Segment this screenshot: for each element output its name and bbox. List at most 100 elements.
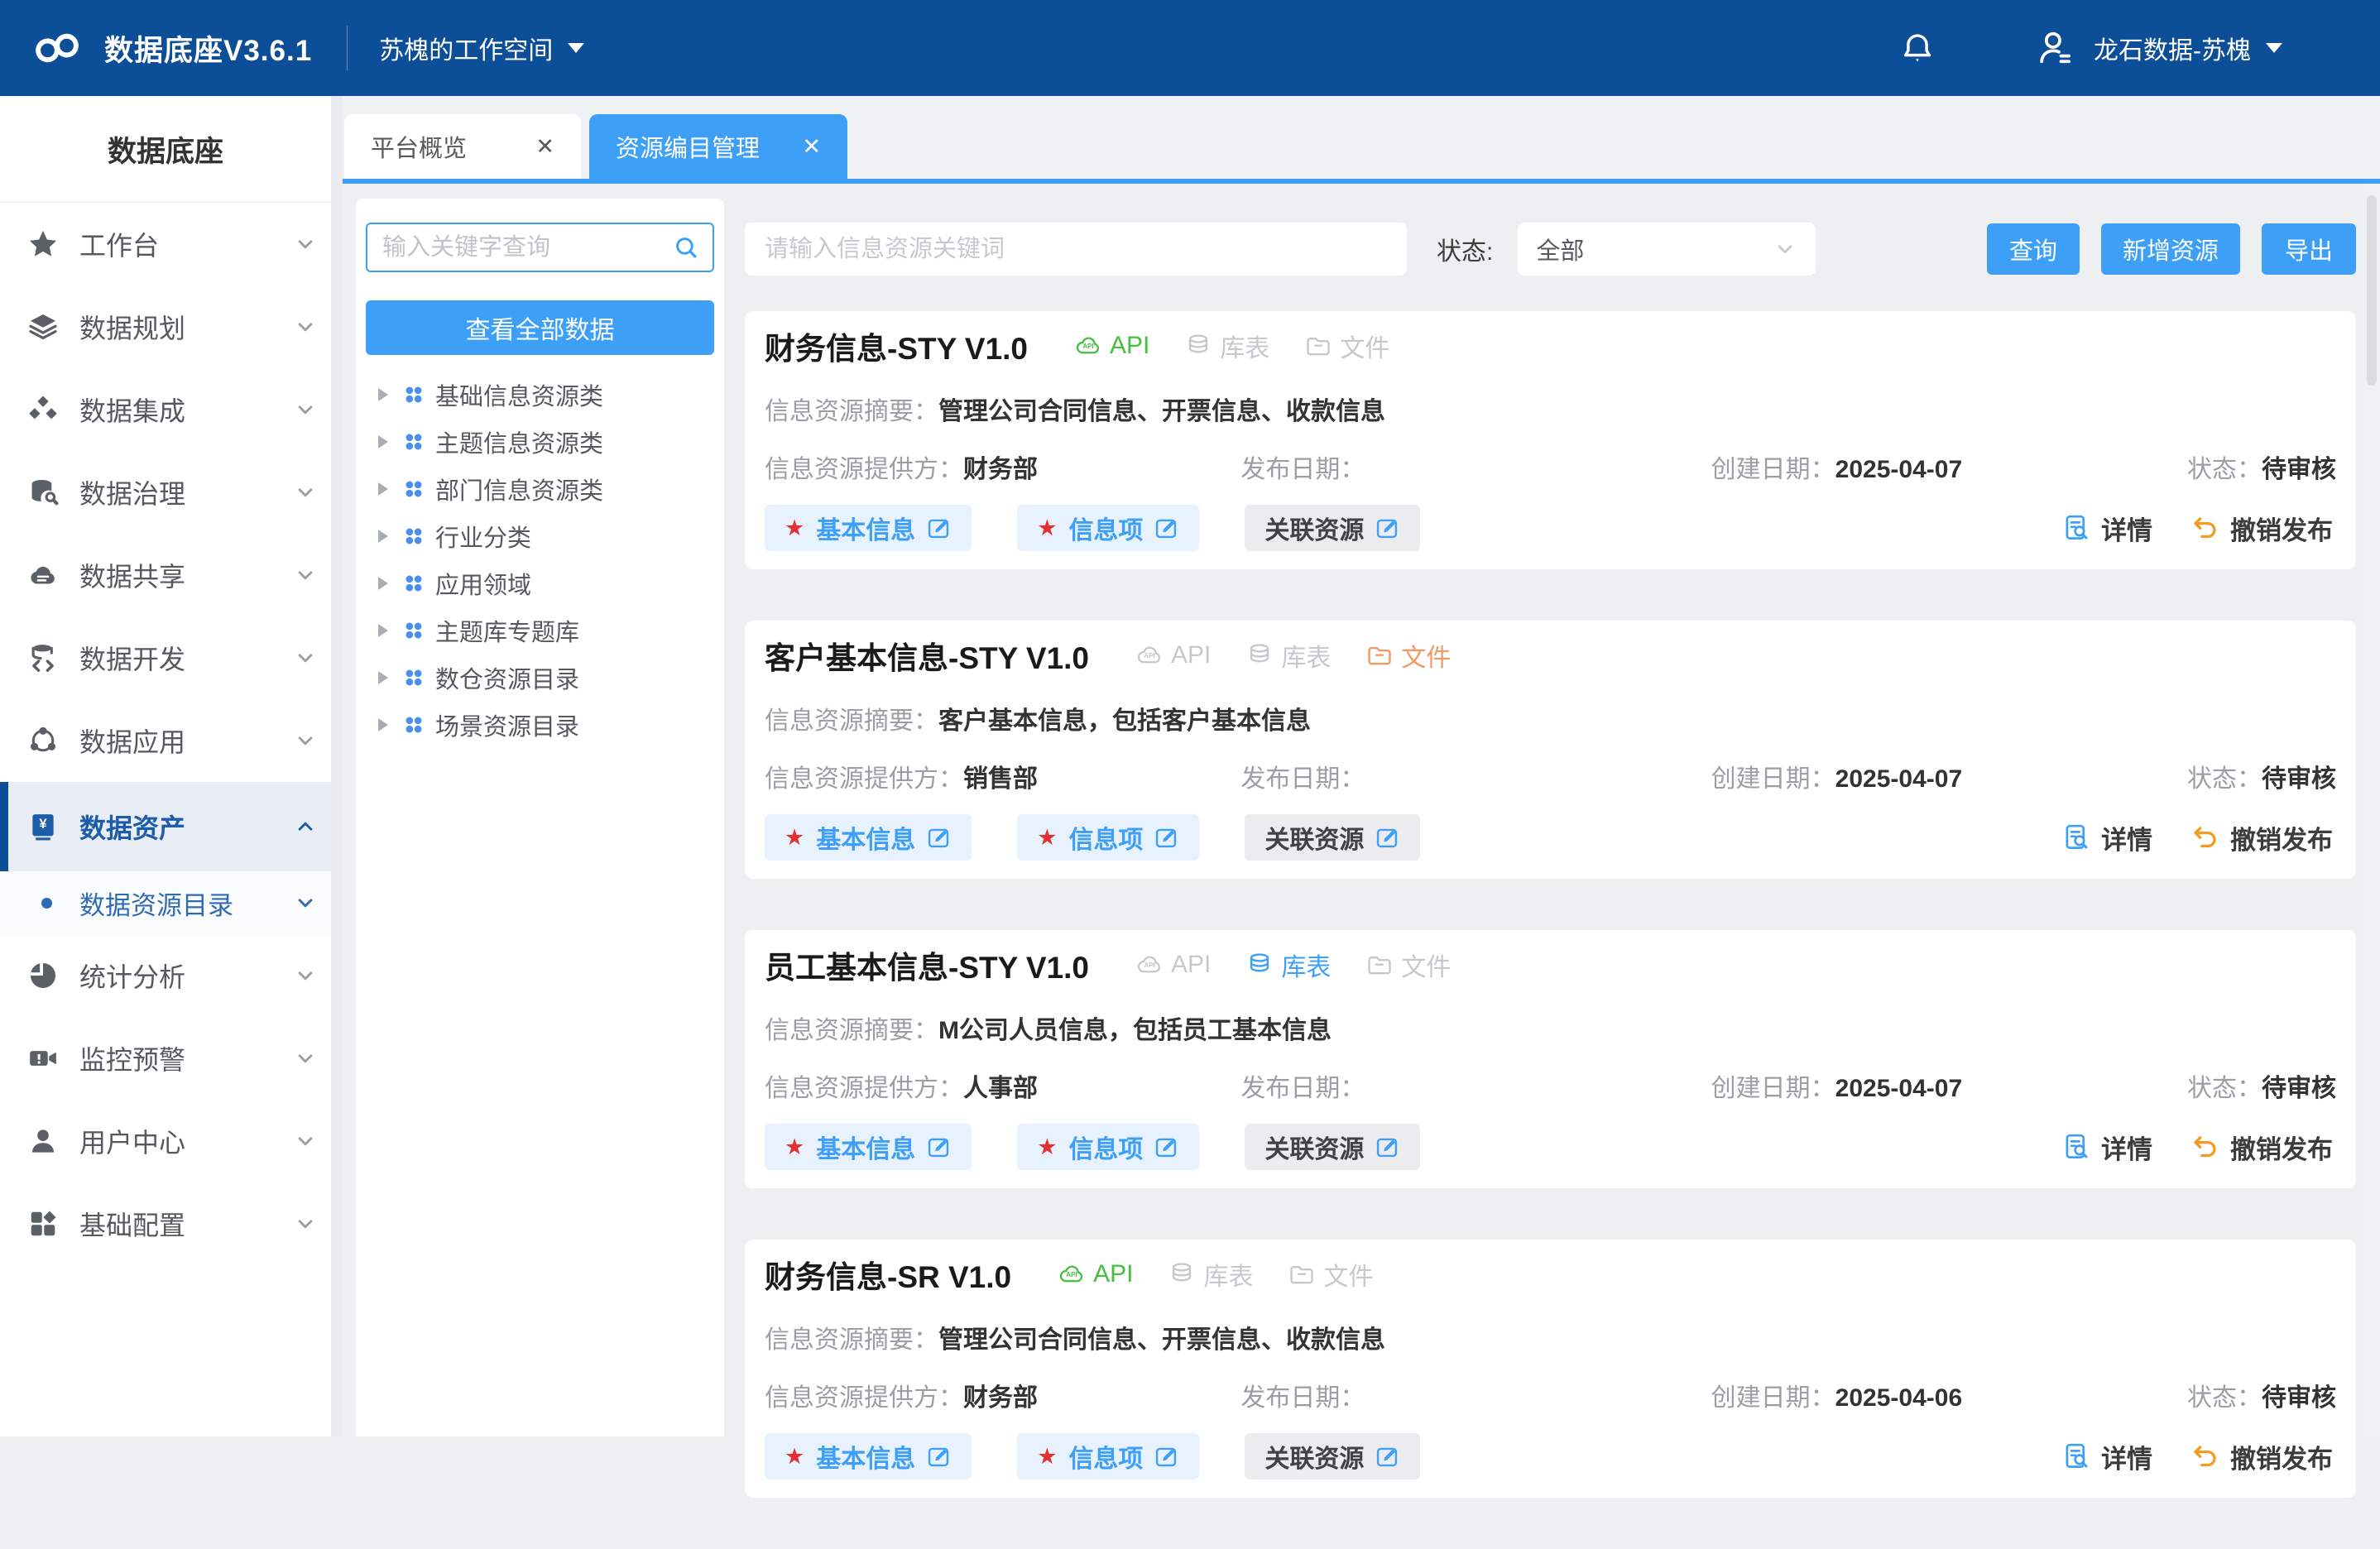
tab-resource-catalog-management[interactable]: 资源编目管理 xyxy=(589,114,847,179)
revoke-publish-link[interactable]: 撤销发布 xyxy=(2190,510,2333,547)
sidebar-item-data-sharing[interactable]: 数据共享 xyxy=(0,534,331,616)
related-resource-button[interactable]: 关联资源 xyxy=(1245,505,1420,551)
sidebar-item-basic-config[interactable]: 基础配置 xyxy=(0,1182,331,1265)
card-actions: 详情 撤销发布 xyxy=(2061,814,2333,861)
sidebar-subitem-data-resource-catalog[interactable]: 数据资源目录 xyxy=(0,871,331,934)
api-badge: API xyxy=(1135,947,1211,983)
workspace-name: 苏槐的工作空间 xyxy=(379,30,553,66)
resource-summary: 信息资源摘要：管理公司合同信息、开票信息、收款信息 xyxy=(765,391,1385,427)
user-avatar-icon[interactable] xyxy=(2034,27,2075,69)
sidebar-scrollbar-track[interactable] xyxy=(331,96,343,1436)
tree-item-basic-info[interactable]: 基础信息资源类 xyxy=(356,371,724,418)
revoke-publish-link[interactable]: 撤销发布 xyxy=(2190,1438,2333,1475)
view-all-data-button[interactable]: 查看全部数据 xyxy=(366,300,714,355)
detail-link[interactable]: 详情 xyxy=(2061,1438,2152,1475)
info-items-button[interactable]: 信息项 xyxy=(1017,505,1199,551)
folder-icon xyxy=(1304,332,1332,360)
sidebar-item-data-integration[interactable]: 数据集成 xyxy=(0,368,331,451)
caret-right-icon[interactable] xyxy=(378,388,388,401)
detail-link[interactable]: 详情 xyxy=(2061,819,2152,856)
main-scrollbar-thumb[interactable] xyxy=(2367,195,2377,386)
sidebar-item-user-center[interactable]: 用户中心 xyxy=(0,1100,331,1182)
notification-bell-icon[interactable] xyxy=(1898,29,1936,67)
edit-icon xyxy=(1374,1134,1400,1160)
status-select[interactable]: 全部 xyxy=(1518,223,1816,276)
detail-document-icon xyxy=(2061,822,2091,852)
tree-item-department-info[interactable]: 部门信息资源类 xyxy=(356,465,724,512)
basic-info-button[interactable]: 基本信息 xyxy=(765,1124,972,1170)
related-resource-button[interactable]: 关联资源 xyxy=(1245,1433,1420,1479)
caret-right-icon[interactable] xyxy=(378,482,388,496)
undo-icon xyxy=(2190,1132,2220,1162)
sidebar-item-data-governance[interactable]: 数据治理 xyxy=(0,451,331,534)
provider-value: 财务部 xyxy=(963,1384,1038,1412)
caret-right-icon[interactable] xyxy=(378,530,388,543)
basic-info-button[interactable]: 基本信息 xyxy=(765,814,972,861)
category-tree: 基础信息资源类 主题信息资源类 部门信息资源类 行业分类 应用领域 主题库专题库 xyxy=(356,371,724,748)
chevron-down-icon xyxy=(293,232,318,257)
info-items-button[interactable]: 信息项 xyxy=(1017,1433,1199,1479)
tree-item-scenario-catalog[interactable]: 场景资源目录 xyxy=(356,701,724,748)
caret-right-icon[interactable] xyxy=(378,671,388,684)
edit-icon xyxy=(925,824,952,851)
tree-item-theme-info[interactable]: 主题信息资源类 xyxy=(356,418,724,465)
cloud-icon xyxy=(27,559,59,591)
related-resource-button[interactable]: 关联资源 xyxy=(1245,1124,1420,1170)
info-items-button[interactable]: 信息项 xyxy=(1017,1124,1199,1170)
tab-platform-overview[interactable]: 平台概览 xyxy=(344,114,581,179)
api-cloud-icon xyxy=(1074,332,1102,360)
sidebar-item-workbench[interactable]: 工作台 xyxy=(0,203,331,285)
api-badge: API xyxy=(1074,328,1149,364)
sidebar-item-data-assets[interactable]: 数据资产 xyxy=(0,782,331,871)
export-button[interactable]: 导出 xyxy=(2262,223,2356,275)
sidebar-item-monitoring[interactable]: 监控预警 xyxy=(0,1017,331,1100)
close-tab-icon[interactable] xyxy=(802,133,821,161)
file-badge: 文件 xyxy=(1365,947,1451,983)
caret-right-icon[interactable] xyxy=(378,435,388,448)
category-icon xyxy=(402,666,425,689)
api-cloud-icon xyxy=(1058,1260,1086,1288)
workspace-dropdown[interactable]: 苏槐的工作空间 xyxy=(379,30,584,66)
user-dropdown[interactable]: 龙石数据-苏槐 xyxy=(2094,30,2282,66)
chevron-down-icon xyxy=(293,563,318,587)
info-items-button[interactable]: 信息项 xyxy=(1017,814,1199,861)
detail-document-icon xyxy=(2061,1132,2091,1162)
resource-keyword-input[interactable] xyxy=(745,223,1407,276)
pie-chart-icon xyxy=(27,960,59,991)
caret-down-icon xyxy=(568,43,584,53)
provider-value: 财务部 xyxy=(963,456,1038,483)
detail-link[interactable]: 详情 xyxy=(2061,510,2152,547)
tree-item-theme-library[interactable]: 主题库专题库 xyxy=(356,607,724,654)
caret-right-icon[interactable] xyxy=(378,624,388,637)
category-icon xyxy=(402,525,425,548)
add-resource-button[interactable]: 新增资源 xyxy=(2101,223,2240,275)
sidebar-item-data-development[interactable]: 数据开发 xyxy=(0,616,331,699)
caret-right-icon[interactable] xyxy=(378,577,388,590)
sidebar-item-statistics[interactable]: 统计分析 xyxy=(0,934,331,1017)
tree-item-industry[interactable]: 行业分类 xyxy=(356,512,724,559)
chevron-down-icon xyxy=(293,645,318,670)
basic-info-button[interactable]: 基本信息 xyxy=(765,1433,972,1479)
revoke-publish-link[interactable]: 撤销发布 xyxy=(2190,1129,2333,1166)
tree-search-input[interactable] xyxy=(367,234,660,261)
tab-bar: 平台概览 资源编目管理 xyxy=(343,96,2380,184)
sidebar-item-data-planning[interactable]: 数据规划 xyxy=(0,285,331,368)
edit-icon xyxy=(1374,824,1400,851)
revoke-publish-link[interactable]: 撤销发布 xyxy=(2190,819,2333,856)
tree-item-application-domain[interactable]: 应用领域 xyxy=(356,559,724,607)
sidebar-item-data-application[interactable]: 数据应用 xyxy=(0,699,331,782)
query-button[interactable]: 查询 xyxy=(1987,223,2080,275)
search-button[interactable] xyxy=(660,224,713,271)
caret-right-icon[interactable] xyxy=(378,718,388,731)
related-resource-button[interactable]: 关联资源 xyxy=(1245,814,1420,861)
resource-card: 员工基本信息-STY V1.0 API 库表 文件 信息资源摘要：M公司人员信息… xyxy=(745,930,2356,1188)
chevron-down-icon xyxy=(293,397,318,422)
resource-title: 客户基本信息-STY V1.0 xyxy=(765,633,1089,678)
main-scrollbar-track[interactable] xyxy=(2363,184,2380,1436)
close-tab-icon[interactable] xyxy=(535,133,554,161)
search-icon xyxy=(673,234,699,261)
detail-link[interactable]: 详情 xyxy=(2061,1129,2152,1166)
tree-item-warehouse-catalog[interactable]: 数仓资源目录 xyxy=(356,654,724,701)
chevron-down-icon xyxy=(293,314,318,339)
basic-info-button[interactable]: 基本信息 xyxy=(765,505,972,551)
